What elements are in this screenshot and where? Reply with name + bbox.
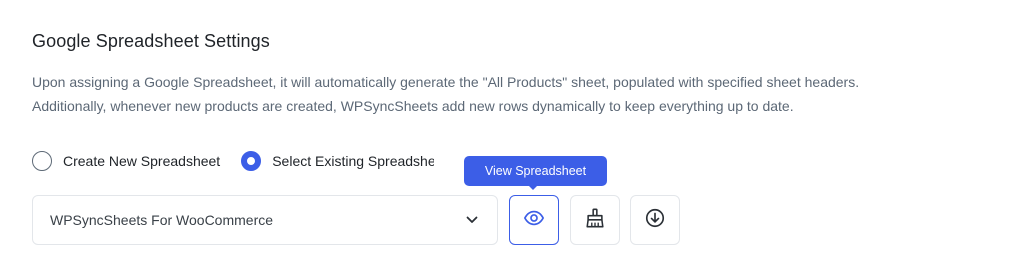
radio-select-existing-spreadsheet[interactable]: Select Existing Spreadsheet [241, 151, 434, 171]
radio-create-new-label: Create New Spreadsheet [63, 153, 221, 169]
section-description: Upon assigning a Google Spreadsheet, it … [32, 70, 1012, 118]
tooltip-arrow [527, 184, 539, 190]
spreadsheet-mode-radio-group: Create New Spreadsheet Select Existing S… [32, 148, 434, 174]
view-spreadsheet-button[interactable] [509, 195, 559, 245]
google-spreadsheet-settings-panel: Google Spreadsheet Settings Upon assigni… [0, 0, 1024, 279]
view-spreadsheet-tooltip: View Spreadsheet [464, 156, 607, 186]
description-line-1: Upon assigning a Google Spreadsheet, it … [32, 74, 860, 90]
download-spreadsheet-button[interactable] [630, 195, 680, 245]
broom-icon [584, 207, 606, 234]
radio-create-new-indicator[interactable] [32, 151, 52, 171]
clear-spreadsheet-button[interactable] [570, 195, 620, 245]
chevron-down-icon [464, 212, 480, 228]
download-icon [644, 207, 666, 234]
radio-select-existing-indicator[interactable] [241, 151, 262, 171]
spreadsheet-select-value: WPSyncSheets For WooCommerce [50, 212, 274, 228]
description-line-2: Additionally, whenever new products are … [32, 98, 794, 114]
radio-create-new-spreadsheet[interactable]: Create New Spreadsheet [32, 151, 220, 171]
spreadsheet-select[interactable]: WPSyncSheets For WooCommerce [32, 195, 498, 245]
radio-select-existing-label: Select Existing Spreadsheet [272, 153, 435, 169]
eye-icon [523, 207, 545, 234]
section-title: Google Spreadsheet Settings [32, 31, 270, 51]
